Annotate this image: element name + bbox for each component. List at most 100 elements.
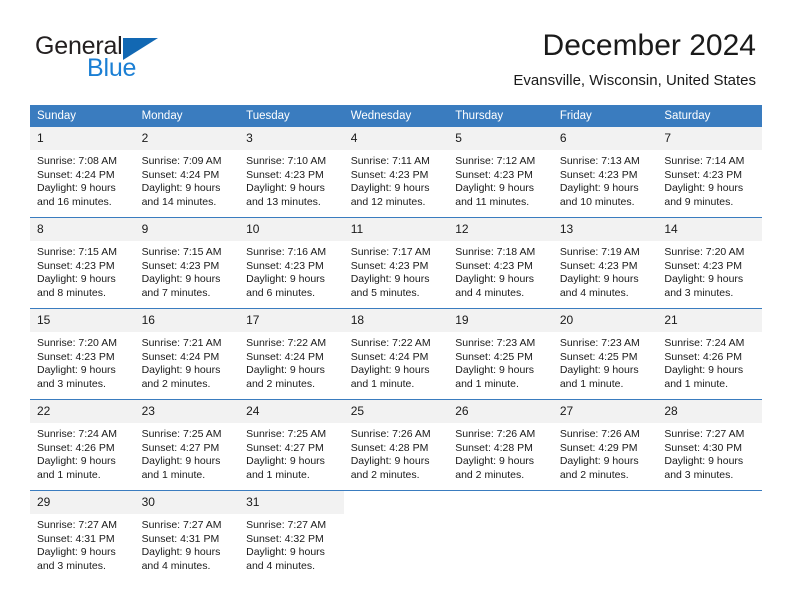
weekday-header-thursday: Thursday [448, 105, 553, 127]
calendar-day-cell[interactable]: 21 Sunrise: 7:24 AM Sunset: 4:26 PM Dayligh… [657, 308, 762, 392]
daylight-text-line2: and 12 minutes. [350, 195, 426, 208]
daylight-text-line1: Daylight: 9 hours [350, 273, 430, 285]
sunset-text: Sunset: 4:24 PM [141, 168, 220, 181]
sunrise-text: Sunrise: 7:21 AM [141, 337, 222, 349]
calendar-day-cell[interactable]: 30 Sunrise: 7:27 AM Sunset: 4:31 PM Dayligh… [134, 490, 240, 574]
calendar-day-cell[interactable]: 12 Sunrise: 7:18 AM Sunset: 4:23 PM Dayligh… [448, 217, 553, 301]
sunset-text: Sunset: 4:23 PM [37, 350, 115, 363]
sunrise-text: Sunrise: 7:18 AM [455, 246, 536, 258]
calendar-week-row: 29 Sunrise: 7:27 AM Sunset: 4:31 PM Dayligh… [30, 490, 762, 574]
daylight-text-line1: Daylight: 9 hours [559, 364, 639, 376]
calendar-day-cell[interactable]: 22 Sunrise: 7:24 AM Sunset: 4:26 PM Dayligh… [30, 399, 135, 483]
calendar-day-cell[interactable]: 19 Sunrise: 7:23 AM Sunset: 4:25 PM Dayligh… [448, 308, 553, 392]
day-details: Sunrise: 7:12 AM Sunset: 4:23 PM Daylight:… [448, 150, 553, 209]
day-details: Sunrise: 7:26 AM Sunset: 4:29 PM Daylight:… [553, 423, 658, 482]
sunrise-text: Sunrise: 7:26 AM [559, 428, 640, 440]
daylight-text-line1: Daylight: 9 hours [559, 273, 639, 285]
sunset-text: Sunset: 4:24 PM [37, 168, 115, 181]
calendar-day-cell[interactable]: 8 Sunrise: 7:15 AM Sunset: 4:23 PM Daylight… [30, 217, 135, 301]
day-number: 18 [343, 309, 449, 332]
calendar-day-cell-empty [448, 490, 553, 574]
calendar-day-cell[interactable]: 15 Sunrise: 7:20 AM Sunset: 4:23 PM Dayligh… [30, 308, 135, 392]
calendar-day-cell[interactable]: 3 Sunrise: 7:10 AM Sunset: 4:23 PM Daylight… [239, 127, 344, 210]
day-number: 23 [134, 400, 240, 423]
sunrise-text: Sunrise: 7:24 AM [37, 428, 117, 440]
sunrise-text: Sunrise: 7:11 AM [350, 155, 430, 167]
daylight-text-line1: Daylight: 9 hours [37, 273, 116, 285]
daylight-text-line1: Daylight: 9 hours [37, 455, 116, 467]
calendar-day-cell[interactable]: 28 Sunrise: 7:27 AM Sunset: 4:30 PM Dayligh… [657, 399, 762, 483]
daylight-text-line1: Daylight: 9 hours [350, 182, 430, 194]
calendar-day-cell[interactable]: 31 Sunrise: 7:27 AM Sunset: 4:32 PM Dayligh… [239, 490, 344, 574]
daylight-text-line2: and 1 minute. [246, 468, 310, 481]
calendar-day-cell[interactable]: 13 Sunrise: 7:19 AM Sunset: 4:23 PM Dayligh… [552, 217, 658, 301]
calendar-day-cell[interactable]: 6 Sunrise: 7:13 AM Sunset: 4:23 PM Daylight… [552, 127, 658, 210]
calendar-day-cell[interactable]: 7 Sunrise: 7:14 AM Sunset: 4:23 PM Daylight… [657, 127, 762, 210]
day-details: Sunrise: 7:25 AM Sunset: 4:27 PM Daylight:… [239, 423, 344, 482]
calendar-day-cell[interactable]: 23 Sunrise: 7:25 AM Sunset: 4:27 PM Dayligh… [134, 399, 240, 483]
day-number: 15 [30, 309, 135, 332]
sunrise-text: Sunrise: 7:15 AM [37, 246, 117, 258]
day-details: Sunrise: 7:14 AM Sunset: 4:23 PM Daylight:… [657, 150, 762, 209]
week-spacer [30, 392, 762, 400]
calendar-day-cell[interactable]: 10 Sunrise: 7:16 AM Sunset: 4:23 PM Dayligh… [239, 217, 344, 301]
page-title: December 2024 [542, 29, 756, 62]
daylight-text-line2: and 8 minutes. [37, 286, 106, 299]
sunset-text: Sunset: 4:23 PM [37, 259, 115, 272]
day-details: Sunrise: 7:23 AM Sunset: 4:25 PM Daylight:… [553, 332, 658, 391]
day-number: 28 [657, 400, 762, 423]
daylight-text-line1: Daylight: 9 hours [664, 455, 744, 467]
weekday-header-tuesday: Tuesday [239, 105, 344, 127]
daylight-text-line2: and 13 minutes. [246, 195, 321, 208]
sunrise-text: Sunrise: 7:25 AM [246, 428, 327, 440]
sunrise-text: Sunrise: 7:26 AM [350, 428, 431, 440]
sunrise-text: Sunrise: 7:12 AM [455, 155, 536, 167]
daylight-text-line2: and 1 minute. [37, 468, 101, 481]
weekday-header-sunday: Sunday [30, 105, 135, 127]
calendar-day-cell[interactable]: 26 Sunrise: 7:26 AM Sunset: 4:28 PM Dayligh… [448, 399, 553, 483]
calendar-day-cell[interactable]: 17 Sunrise: 7:22 AM Sunset: 4:24 PM Dayligh… [239, 308, 344, 392]
weekday-header-wednesday: Wednesday [343, 105, 449, 127]
sunrise-text: Sunrise: 7:08 AM [37, 155, 117, 167]
week-spacer [30, 483, 762, 491]
calendar-day-cell[interactable]: 29 Sunrise: 7:27 AM Sunset: 4:31 PM Dayligh… [30, 490, 135, 574]
calendar-day-cell[interactable]: 27 Sunrise: 7:26 AM Sunset: 4:29 PM Dayligh… [552, 399, 658, 483]
day-number [657, 491, 762, 514]
calendar-day-cell[interactable]: 18 Sunrise: 7:22 AM Sunset: 4:24 PM Dayligh… [343, 308, 449, 392]
day-details: Sunrise: 7:20 AM Sunset: 4:23 PM Daylight:… [657, 241, 762, 300]
calendar-day-cell[interactable]: 9 Sunrise: 7:15 AM Sunset: 4:23 PM Daylight… [134, 217, 240, 301]
calendar-day-cell[interactable]: 5 Sunrise: 7:12 AM Sunset: 4:23 PM Daylight… [448, 127, 553, 210]
day-details: Sunrise: 7:15 AM Sunset: 4:23 PM Daylight:… [135, 241, 240, 300]
calendar-day-cell[interactable]: 14 Sunrise: 7:20 AM Sunset: 4:23 PM Dayligh… [657, 217, 762, 301]
calendar-day-cell[interactable]: 20 Sunrise: 7:23 AM Sunset: 4:25 PM Dayligh… [552, 308, 658, 392]
sunrise-text: Sunrise: 7:27 AM [141, 519, 222, 531]
daylight-text-line2: and 1 minute. [455, 377, 519, 390]
calendar-day-cell[interactable]: 24 Sunrise: 7:25 AM Sunset: 4:27 PM Dayligh… [239, 399, 344, 483]
calendar-day-cell[interactable]: 2 Sunrise: 7:09 AM Sunset: 4:24 PM Daylight… [134, 127, 240, 210]
calendar-day-cell[interactable]: 1 Sunrise: 7:08 AM Sunset: 4:24 PM Daylight… [30, 127, 135, 210]
day-number: 14 [657, 218, 762, 241]
day-number: 22 [30, 400, 135, 423]
daylight-text-line1: Daylight: 9 hours [246, 364, 325, 376]
day-number: 13 [552, 218, 658, 241]
daylight-text-line1: Daylight: 9 hours [37, 546, 116, 558]
calendar-day-cell[interactable]: 11 Sunrise: 7:17 AM Sunset: 4:23 PM Dayligh… [343, 217, 449, 301]
calendar-day-cell[interactable]: 16 Sunrise: 7:21 AM Sunset: 4:24 PM Dayligh… [134, 308, 240, 392]
daylight-text-line2: and 14 minutes. [141, 195, 217, 208]
sunset-text: Sunset: 4:24 PM [350, 350, 429, 363]
day-number: 30 [134, 491, 240, 514]
sunrise-text: Sunrise: 7:22 AM [246, 337, 327, 349]
day-number: 26 [448, 400, 553, 423]
calendar-day-cell[interactable]: 25 Sunrise: 7:26 AM Sunset: 4:28 PM Dayligh… [343, 399, 449, 483]
sunset-text: Sunset: 4:25 PM [455, 350, 533, 363]
daylight-text-line2: and 3 minutes. [664, 468, 734, 481]
day-details: Sunrise: 7:16 AM Sunset: 4:23 PM Daylight:… [239, 241, 344, 300]
daylight-text-line2: and 6 minutes. [246, 286, 316, 299]
day-number [448, 491, 553, 514]
day-details: Sunrise: 7:09 AM Sunset: 4:24 PM Daylight:… [135, 150, 240, 209]
sunrise-text: Sunrise: 7:19 AM [559, 246, 640, 258]
general-blue-logo[interactable]: General Blue [35, 33, 225, 85]
calendar-day-cell[interactable]: 4 Sunrise: 7:11 AM Sunset: 4:23 PM Daylight… [343, 127, 449, 210]
sunset-text: Sunset: 4:31 PM [37, 532, 115, 545]
day-details: Sunrise: 7:22 AM Sunset: 4:24 PM Daylight:… [344, 332, 449, 391]
